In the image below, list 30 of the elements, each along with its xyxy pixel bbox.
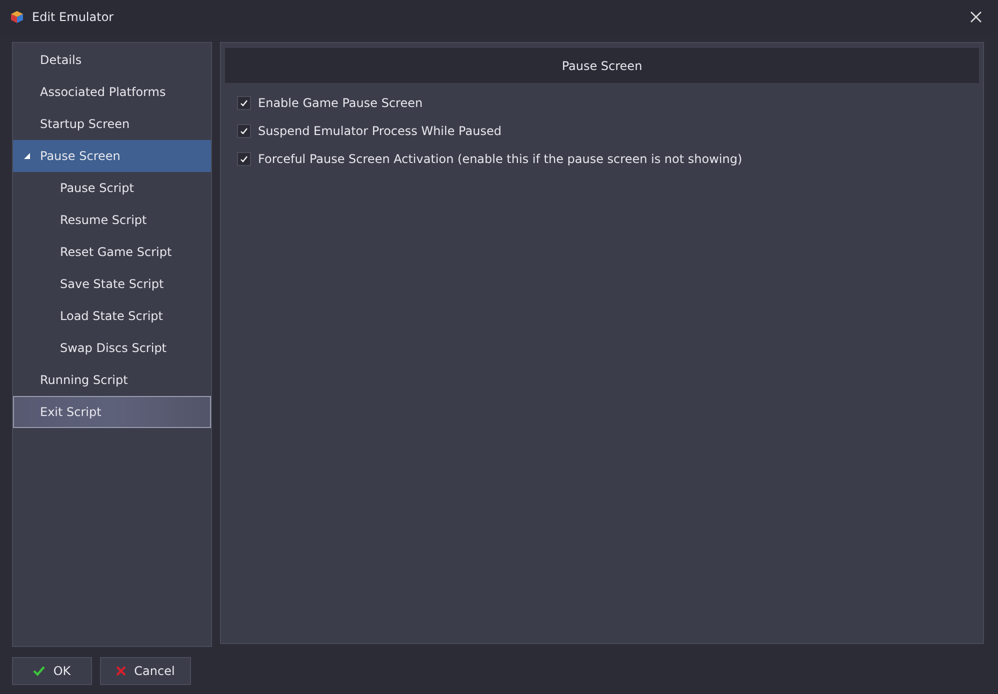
sidebar-item[interactable]: Pause Script — [13, 172, 211, 204]
sidebar-item[interactable]: Associated Platforms — [13, 76, 211, 108]
sidebar-item[interactable]: Load State Script — [13, 300, 211, 332]
checkbox-label: Suspend Emulator Process While Paused — [258, 124, 502, 138]
app-logo-icon — [10, 10, 24, 24]
sidebar-item[interactable]: Pause Screen — [13, 140, 211, 172]
checkbox-label: Enable Game Pause Screen — [258, 96, 423, 110]
checkbox[interactable] — [237, 96, 251, 110]
close-icon[interactable] — [970, 11, 982, 23]
checkbox-label: Forceful Pause Screen Activation (enable this if the pause screen is not showing) — [258, 152, 742, 166]
sidebar-item[interactable]: Exit Script — [13, 396, 211, 428]
expand-triangle-icon[interactable] — [24, 153, 30, 159]
sidebar-item[interactable]: Running Script — [13, 364, 211, 396]
window-title: Edit Emulator — [32, 10, 114, 24]
ok-button[interactable]: OK — [12, 657, 92, 685]
checkmark-icon — [33, 666, 46, 676]
checkbox[interactable] — [237, 124, 251, 138]
x-icon — [116, 666, 126, 676]
sidebar-item[interactable]: Startup Screen — [13, 108, 211, 140]
sidebar-item[interactable]: Save State Script — [13, 268, 211, 300]
checkbox[interactable] — [237, 152, 251, 166]
sidebar-item[interactable]: Resume Script — [13, 204, 211, 236]
checkmark-icon — [240, 126, 248, 134]
checkmark-icon — [240, 154, 248, 162]
sidebar-item[interactable]: Reset Game Script — [13, 236, 211, 268]
cancel-button[interactable]: Cancel — [100, 657, 191, 685]
sidebar-item[interactable]: Details — [13, 44, 211, 76]
sidebar-item[interactable]: Swap Discs Script — [13, 332, 211, 364]
panel-header: Pause Screen — [225, 48, 979, 83]
checkmark-icon — [240, 98, 248, 106]
